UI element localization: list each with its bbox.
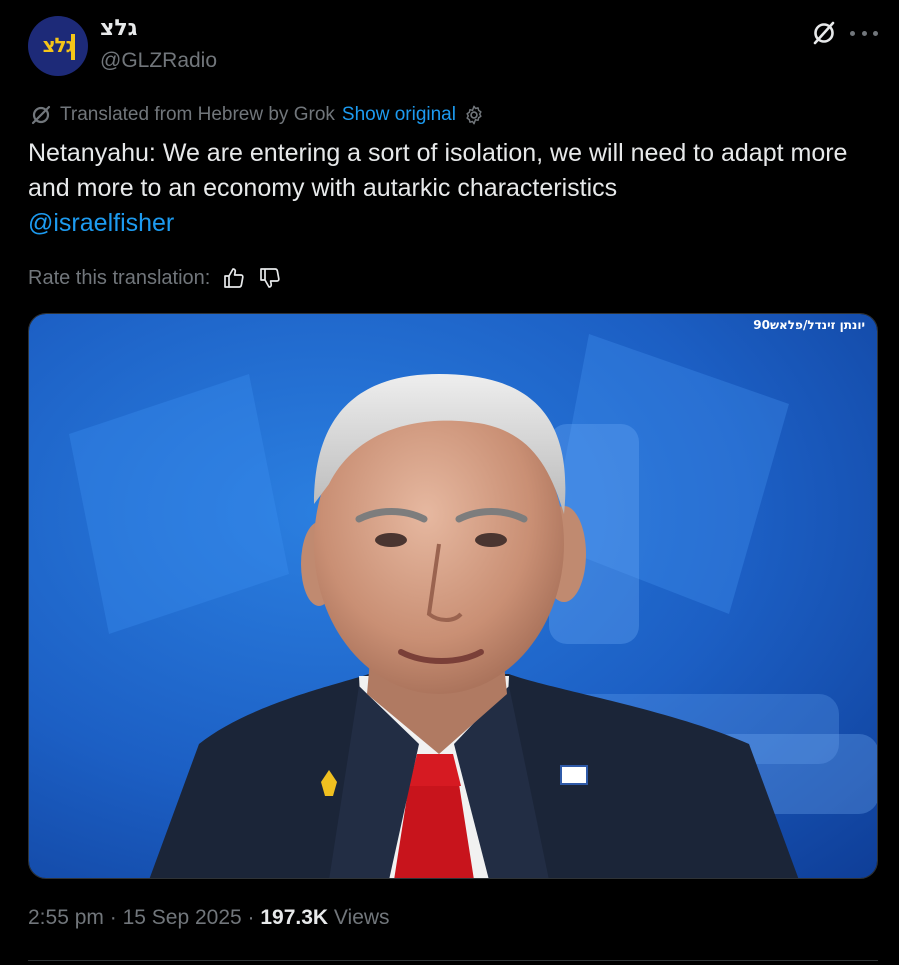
grok-icon[interactable] [811,20,837,46]
thumbs-down-icon[interactable] [258,266,282,290]
avatar-logo-text: גלצ [42,33,74,57]
translation-notice: Translated from Hebrew by Grok Show orig… [30,102,485,128]
divider [28,960,878,961]
translation-notice-text: Translated from Hebrew by Grok [60,104,335,125]
tweet-text: Netanyahu: We are entering a sort of iso… [28,136,868,241]
avatar-logo-bar [71,34,75,60]
tweet-photo[interactable]: יונתן זינדל/פלאש90 [28,313,878,879]
mention-link[interactable]: @israelfisher [28,206,868,241]
views-label: Views [328,906,390,929]
grok-icon [31,105,51,125]
meta-separator: · [103,906,123,929]
tweet-body: Netanyahu: We are entering a sort of iso… [28,139,848,202]
photo-illustration [29,314,877,878]
show-original-link[interactable]: Show original [342,104,456,126]
more-icon[interactable] [850,20,878,46]
views-count: 197.3K [260,906,329,929]
tweet-time[interactable]: 2:55 pm [28,906,104,930]
tweet-date[interactable]: 15 Sep 2025 [123,906,242,930]
tweet-meta: 2:55 pm · 15 Sep 2025 · 197.3K Views [28,906,390,930]
handle[interactable]: @GLZRadio [100,49,217,73]
rate-translation: Rate this translation: [28,264,282,292]
avatar[interactable]: גלצ [28,16,88,76]
meta-separator: · [241,906,261,929]
thumbs-up-icon[interactable] [222,266,246,290]
photo-credit: יונתן זינדל/פלאש90 [753,318,865,332]
gear-icon[interactable] [463,104,485,126]
display-name[interactable]: גלצ [100,16,138,41]
tweet: גלצ גלצ @GLZRadio Translated from Hebrew… [0,0,899,965]
rate-translation-label: Rate this translation: [28,266,211,289]
